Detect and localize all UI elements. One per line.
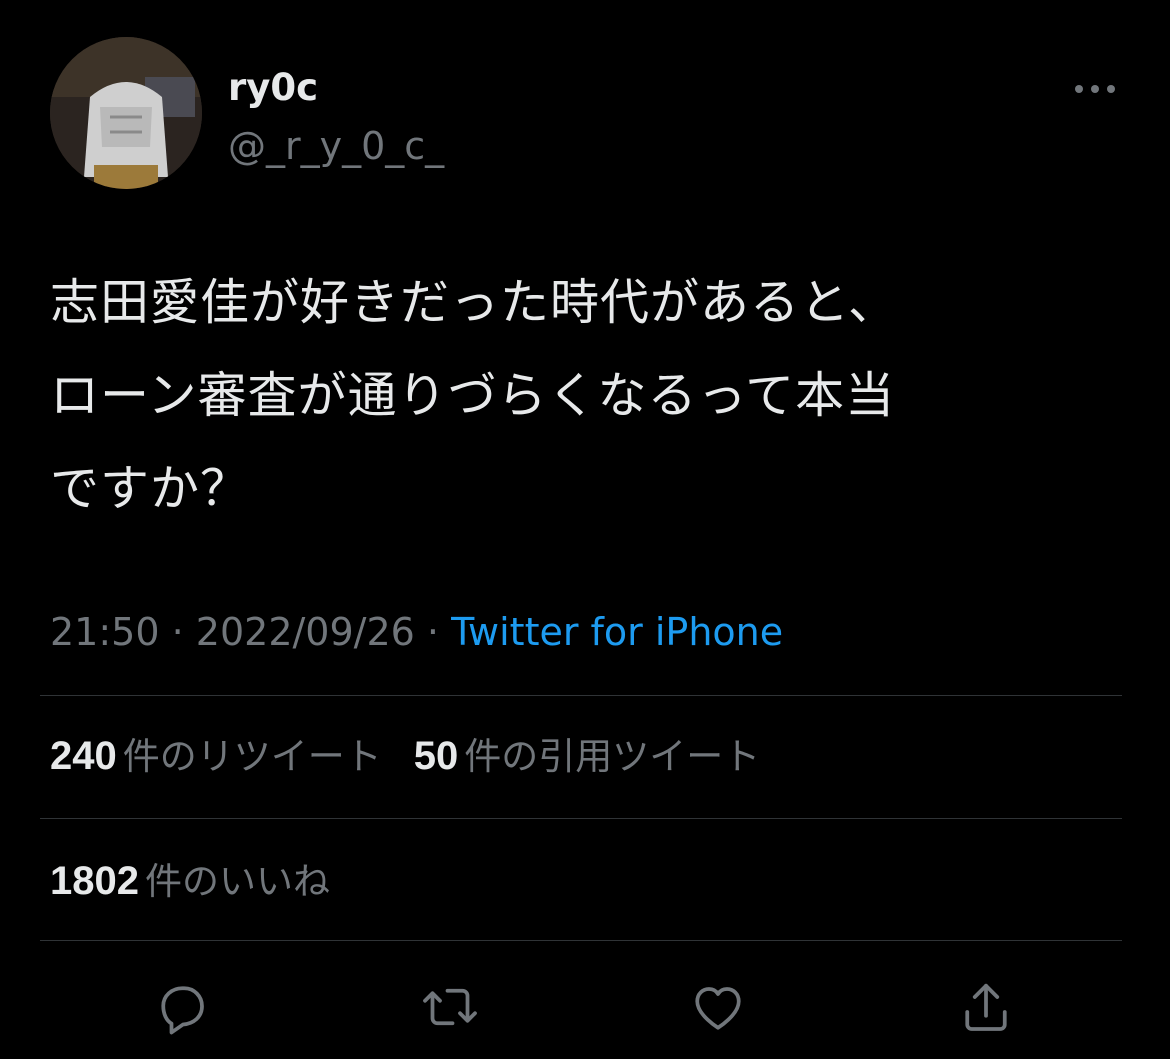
tweet-date[interactable]: 2022/09/26 [196,610,415,654]
retweets-count: 240 [50,734,117,778]
divider [40,940,1122,941]
stats-row-retweets: 240 件のリツイート 50 件の引用ツイート [50,726,792,786]
heart-icon [695,987,741,1030]
stats-row-likes: 1802 件のいいね [50,851,362,911]
user-handle[interactable]: @_r_y_0_c_ [228,122,444,170]
like-button[interactable] [686,975,750,1039]
meta-separator: · [171,610,184,654]
tweet-detail: ry0c @_r_y_0_c_ 志田愛佳が好きだった時代があると、 ローン審査が… [0,0,1170,1059]
meta-separator: · [426,610,440,654]
retweet-button[interactable] [418,975,482,1039]
divider [40,695,1122,696]
divider [40,818,1122,819]
likes-stat[interactable]: 1802 件のいいね [50,851,330,905]
tweet-time: 21:50 [50,610,160,654]
share-icon [965,983,1007,1031]
retweets-stat[interactable]: 240 件のリツイート [50,726,382,780]
reply-button[interactable] [150,975,214,1039]
retweet-icon [423,988,477,1026]
quotes-label: 件の引用ツイート [464,735,761,778]
tweet-text: 志田愛佳が好きだった時代があると、 ローン審査が通りづらくなるって本当 ですか？ [50,274,899,517]
tweet-source-link[interactable]: Twitter for iPhone [451,610,783,654]
likes-count: 1802 [50,859,139,903]
avatar-image [50,37,202,189]
likes-label: 件のいいね [144,860,330,903]
reply-icon [161,986,204,1035]
more-options-button[interactable] [1070,74,1120,104]
avatar[interactable] [50,37,202,189]
share-button[interactable] [954,975,1018,1039]
tweet-meta: 21:50 · 2022/09/26 · Twitter for iPhone [50,606,783,658]
quotes-count: 50 [413,734,459,778]
retweets-label: 件のリツイート [122,735,382,778]
quotes-stat[interactable]: 50 件の引用ツイート [414,726,761,780]
display-name[interactable]: ry0c [228,64,318,112]
more-dots-icon [1075,85,1115,93]
